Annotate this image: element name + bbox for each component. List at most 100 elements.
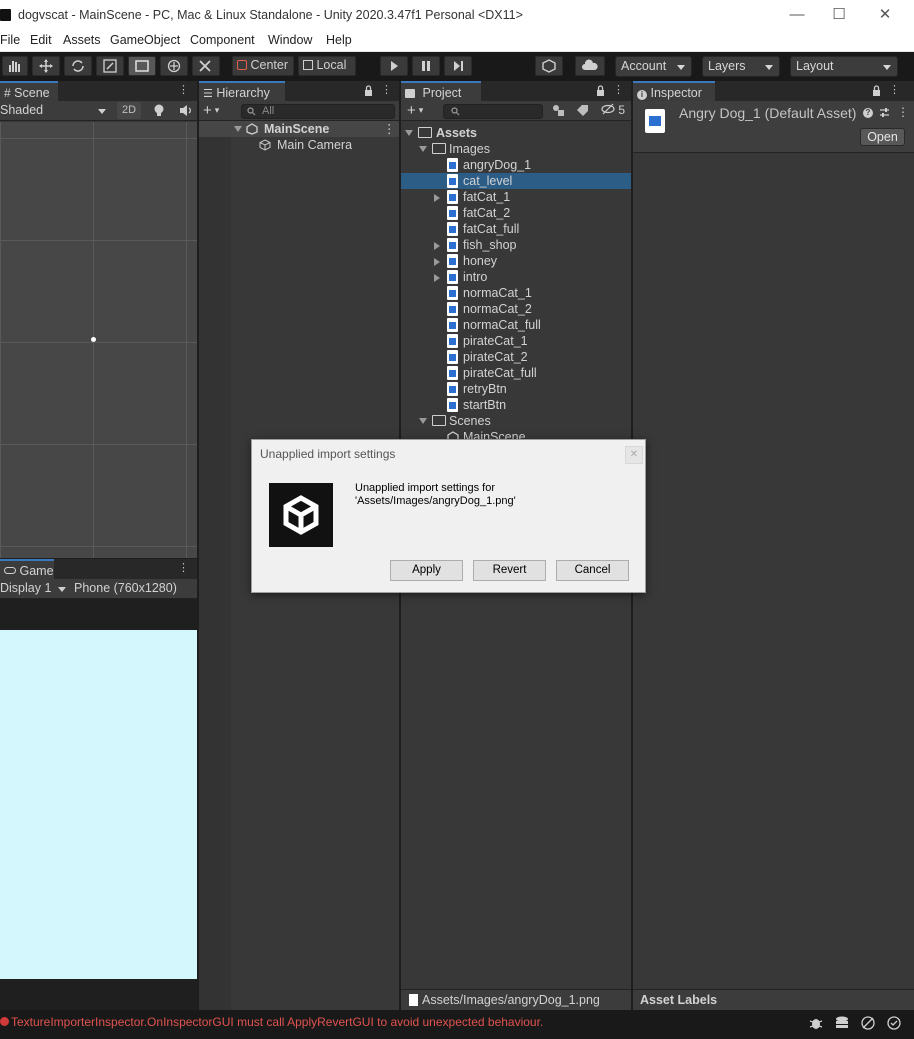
tab-game[interactable]: Game: [0, 559, 54, 579]
pivot-space-button[interactable]: Local: [298, 56, 356, 76]
project-file-row[interactable]: normaCat_2: [401, 301, 631, 317]
asset-labels-section[interactable]: Asset Labels: [633, 989, 914, 1010]
expand-arrow-icon[interactable]: [434, 194, 440, 202]
layers-dropdown[interactable]: Layers: [702, 56, 780, 77]
project-file-row[interactable]: startBtn: [401, 397, 631, 413]
menu-window[interactable]: Window: [268, 33, 312, 47]
scale-tool-button[interactable]: [96, 56, 124, 76]
chevron-down-icon: [98, 109, 106, 114]
dialog-close-button[interactable]: ✕: [625, 446, 643, 464]
tab-scene[interactable]: # Scene: [0, 81, 58, 101]
project-file-row[interactable]: intro: [401, 269, 631, 285]
rotate-tool-button[interactable]: [64, 56, 92, 76]
maximize-button[interactable]: ☐: [824, 4, 854, 26]
menu-file[interactable]: File: [0, 33, 20, 47]
project-folder-images[interactable]: Images: [401, 141, 631, 157]
menu-gameobject[interactable]: GameObject: [110, 33, 180, 47]
inspector-panel-menu-icon[interactable]: ⋮: [889, 84, 900, 97]
minimize-button[interactable]: —: [782, 4, 812, 26]
cancel-button[interactable]: Cancel: [556, 560, 629, 581]
auto-generate-lighting-icon[interactable]: [860, 1015, 876, 1031]
hierarchy-search-input[interactable]: All: [241, 104, 395, 119]
lock-icon[interactable]: [596, 85, 605, 96]
progress-check-icon[interactable]: [886, 1015, 902, 1031]
game-viewport[interactable]: [0, 630, 197, 979]
apply-button[interactable]: Apply: [390, 560, 463, 581]
play-button[interactable]: [380, 56, 408, 76]
project-file-row[interactable]: pirateCat_2: [401, 349, 631, 365]
tab-inspector[interactable]: i Inspector: [633, 81, 715, 101]
draw-mode-dropdown[interactable]: Shaded: [0, 103, 108, 119]
menu-assets[interactable]: Assets: [63, 33, 101, 47]
hidden-packages-toggle[interactable]: 5: [601, 103, 629, 119]
project-file-row[interactable]: pirateCat_1: [401, 333, 631, 349]
hierarchy-item-main-camera[interactable]: Main Camera: [199, 137, 399, 153]
project-file-label: fatCat_2: [463, 206, 511, 220]
step-button[interactable]: [444, 56, 472, 76]
project-folder-scenes[interactable]: Scenes: [401, 413, 631, 429]
transform-tool-button[interactable]: [160, 56, 188, 76]
project-file-row[interactable]: retryBtn: [401, 381, 631, 397]
cloud-button[interactable]: [575, 56, 605, 76]
unity-app-icon: [0, 9, 11, 21]
project-file-row[interactable]: cat_level: [401, 173, 631, 189]
project-file-row[interactable]: fish_shop: [401, 237, 631, 253]
folder-icon: [405, 89, 415, 98]
custom-tool-button[interactable]: [192, 56, 220, 76]
pivot-mode-button[interactable]: Center: [232, 56, 294, 76]
expand-arrow-icon[interactable]: [434, 258, 440, 266]
project-file-row[interactable]: normaCat_1: [401, 285, 631, 301]
label-tag-icon[interactable]: [576, 104, 589, 117]
project-file-row[interactable]: normaCat_full: [401, 317, 631, 333]
rect-tool-button[interactable]: [128, 56, 156, 76]
close-window-button[interactable]: ✕: [870, 4, 900, 26]
console-error-message[interactable]: TextureImporterInspector.OnInspectorGUI …: [11, 1015, 543, 1029]
tab-hierarchy[interactable]: ☰ Hierarchy: [199, 81, 285, 101]
create-dropdown[interactable]: + ▾: [203, 102, 231, 119]
collab-button[interactable]: [535, 56, 563, 76]
project-file-row[interactable]: honey: [401, 253, 631, 269]
audio-toggle[interactable]: [178, 103, 194, 119]
component-menu-icon[interactable]: ⋮: [897, 105, 909, 119]
project-file-row[interactable]: angryDog_1: [401, 157, 631, 173]
layout-dropdown[interactable]: Layout: [790, 56, 898, 77]
project-file-row[interactable]: fatCat_1: [401, 189, 631, 205]
account-dropdown[interactable]: Account: [615, 56, 692, 77]
toggle-2d-button[interactable]: 2D: [117, 102, 141, 119]
lock-icon[interactable]: [364, 85, 373, 96]
hierarchy-panel-menu-icon[interactable]: ⋮: [381, 84, 392, 97]
project-file-row[interactable]: fatCat_full: [401, 221, 631, 237]
resolution-dropdown[interactable]: Phone (760x1280): [74, 581, 197, 597]
tab-project[interactable]: Project: [401, 81, 481, 101]
project-folder-assets[interactable]: Assets: [401, 125, 631, 141]
project-file-row[interactable]: pirateCat_full: [401, 365, 631, 381]
scene-options-icon[interactable]: ⋮: [383, 121, 396, 136]
tab-project-label: Project: [422, 86, 462, 100]
menu-edit[interactable]: Edit: [30, 33, 52, 47]
hierarchy-scene-row[interactable]: MainScene ⋮: [199, 121, 399, 137]
cache-server-icon[interactable]: [834, 1015, 850, 1031]
pause-button[interactable]: [412, 56, 440, 76]
project-create-dropdown[interactable]: + ▾: [407, 102, 435, 119]
game-panel-menu-icon[interactable]: ⋮: [178, 562, 189, 575]
help-icon[interactable]: ?: [863, 108, 873, 118]
menu-help[interactable]: Help: [326, 33, 352, 47]
hand-tool-button[interactable]: [2, 56, 28, 76]
scene-viewport[interactable]: [0, 122, 197, 558]
project-file-row[interactable]: fatCat_2: [401, 205, 631, 221]
preset-sliders-icon[interactable]: [879, 107, 890, 118]
pause-icon: [422, 61, 430, 71]
scene-panel-menu-icon[interactable]: ⋮: [178, 84, 189, 97]
menu-component[interactable]: Component: [190, 33, 255, 47]
expand-arrow-icon[interactable]: [434, 242, 440, 250]
display-dropdown[interactable]: Display 1: [0, 581, 68, 597]
move-tool-button[interactable]: [32, 56, 60, 76]
search-by-type-icon[interactable]: [552, 104, 565, 117]
lock-icon[interactable]: [872, 85, 881, 96]
expand-arrow-icon[interactable]: [434, 274, 440, 282]
project-panel-menu-icon[interactable]: ⋮: [613, 84, 624, 97]
revert-button[interactable]: Revert: [473, 560, 546, 581]
bug-icon[interactable]: [808, 1015, 824, 1031]
lighting-toggle[interactable]: [152, 103, 168, 119]
open-asset-button[interactable]: Open: [860, 128, 905, 146]
